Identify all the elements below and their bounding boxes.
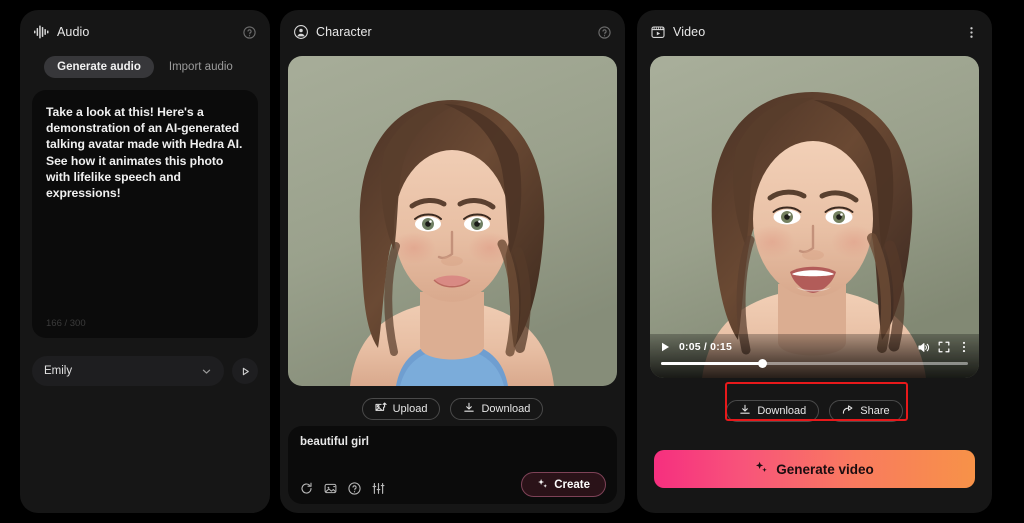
- character-prompt-input[interactable]: beautiful girl Create: [288, 426, 617, 504]
- help-circle-icon[interactable]: [348, 482, 361, 495]
- video-controls: 0:05 / 0:15: [650, 334, 979, 378]
- video-frame-icon: [651, 25, 665, 39]
- generate-video-button[interactable]: Generate video: [654, 450, 975, 488]
- download-character-label: Download: [481, 403, 531, 415]
- character-panel: Character Upload Download beautiful girl…: [280, 10, 625, 513]
- help-circle-icon[interactable]: [598, 25, 611, 39]
- help-circle-icon[interactable]: [243, 25, 256, 39]
- character-panel-header: Character: [280, 10, 625, 54]
- chevron-down-icon: [201, 366, 212, 377]
- kebab-menu-icon[interactable]: [958, 341, 970, 353]
- video-actions: Download Share: [637, 400, 992, 422]
- refresh-icon[interactable]: [300, 482, 313, 495]
- image-variation-icon[interactable]: [324, 482, 337, 495]
- sparkle-icon: [755, 461, 768, 477]
- sliders-icon[interactable]: [372, 482, 385, 495]
- tab-import-audio[interactable]: Import audio: [156, 56, 246, 78]
- prompt-tool-icons: [300, 482, 385, 495]
- voice-select-value: Emily: [44, 365, 73, 377]
- character-counter: 166 / 300: [46, 318, 86, 329]
- script-textarea[interactable]: Take a look at this! Here's a demonstrat…: [32, 90, 258, 338]
- upload-button[interactable]: Upload: [361, 398, 441, 420]
- fullscreen-icon[interactable]: [938, 341, 950, 353]
- voice-preview-play-button[interactable]: [232, 358, 258, 384]
- tab-generate-audio[interactable]: Generate audio: [44, 56, 154, 78]
- audio-mode-tabs: Generate audio Import audio: [20, 56, 270, 78]
- audio-panel-header: Audio: [20, 10, 270, 54]
- download-video-label: Download: [757, 405, 807, 417]
- download-video-button[interactable]: Download: [726, 400, 820, 422]
- video-time-label: 0:05 / 0:15: [679, 341, 732, 353]
- share-button[interactable]: Share: [829, 400, 903, 422]
- script-text: Take a look at this! Here's a demonstrat…: [46, 105, 243, 201]
- audio-panel: Audio Generate audio Import audio Take a…: [20, 10, 270, 513]
- person-circle-icon: [294, 25, 308, 39]
- play-icon[interactable]: [659, 341, 671, 353]
- generate-video-label: Generate video: [776, 461, 874, 477]
- share-arrow-icon: [842, 404, 854, 419]
- video-progress-fill: [661, 362, 763, 365]
- character-portrait[interactable]: [288, 56, 617, 386]
- video-panel-header: Video: [637, 10, 992, 54]
- create-button[interactable]: Create: [521, 472, 606, 497]
- video-progress-knob[interactable]: [757, 359, 767, 368]
- waveform-icon: [34, 25, 49, 39]
- share-button-label: Share: [860, 405, 890, 417]
- character-panel-title: Character: [316, 25, 372, 39]
- audio-panel-title: Audio: [57, 25, 90, 39]
- video-panel-title: Video: [673, 25, 706, 39]
- app-root: Audio Generate audio Import audio Take a…: [0, 0, 1024, 523]
- character-prompt-text: beautiful girl: [300, 436, 369, 448]
- video-frame-illustration: [650, 56, 979, 378]
- video-panel: Video 0:05 / 0:15 Download Share Generat…: [637, 10, 992, 513]
- upload-image-icon: [375, 401, 387, 417]
- sparkle-icon: [537, 478, 548, 492]
- volume-icon[interactable]: [917, 341, 930, 354]
- voice-row: Emily: [32, 356, 258, 386]
- kebab-menu-icon[interactable]: [965, 26, 978, 39]
- video-player[interactable]: 0:05 / 0:15: [650, 56, 979, 378]
- upload-button-label: Upload: [392, 403, 428, 415]
- download-character-button[interactable]: Download: [450, 398, 544, 420]
- create-button-label: Create: [554, 478, 590, 491]
- download-icon: [739, 404, 751, 419]
- portrait-illustration: [288, 56, 617, 386]
- video-controls-row: 0:05 / 0:15: [659, 334, 970, 360]
- video-progress-bar[interactable]: [661, 359, 968, 368]
- character-image-actions: Upload Download: [280, 398, 625, 420]
- voice-select[interactable]: Emily: [32, 356, 224, 386]
- download-icon: [463, 402, 475, 417]
